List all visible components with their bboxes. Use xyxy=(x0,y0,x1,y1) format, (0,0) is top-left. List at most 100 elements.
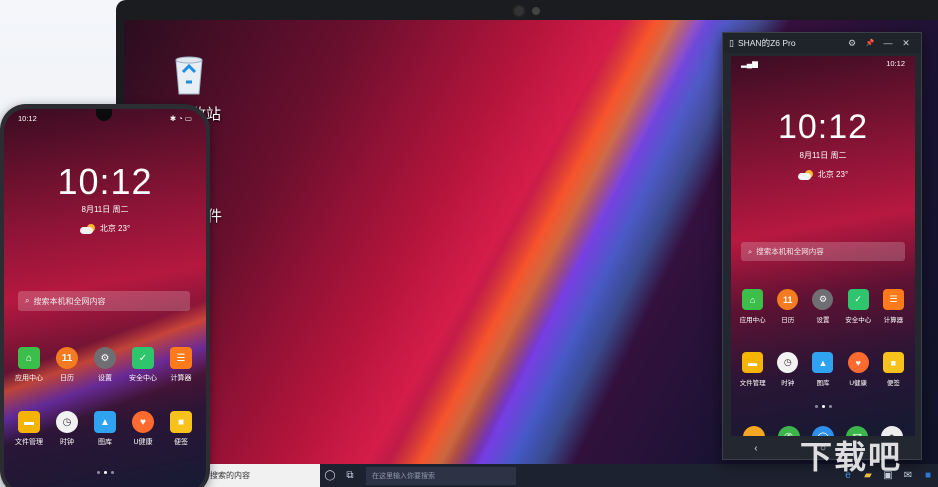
app-label: 安全中心 xyxy=(845,317,872,324)
taskbar-search-box[interactable]: 搜索的内容 xyxy=(204,464,320,487)
signal-icon: ▂▄▆ xyxy=(741,58,758,68)
watermark-logo: 下载吧 xyxy=(799,438,902,476)
mirrored-status-bar: ▂▄▆ 10:12 xyxy=(731,56,915,70)
app-grid-row-2: ▬ 文件管理 ◷ 时钟 ▲ 图库 ♥ U健康 ■ 便签 xyxy=(735,352,911,387)
phone-search-input[interactable]: ⌕ 搜索本机和全网内容 xyxy=(18,291,190,311)
phone-app-0[interactable]: ▬ 文件管理 xyxy=(10,411,48,447)
cortana-icon[interactable]: ◯ xyxy=(320,464,340,487)
phone-screen[interactable]: 10:12 ✱ ◔ ▭ 10:12 8月11日 周二 北京 23° ⌕ 搜索本机… xyxy=(4,109,206,487)
app-label: 计算器 xyxy=(883,317,904,324)
weather-text: 北京 23° xyxy=(817,170,849,179)
app-icon: ◷ xyxy=(56,411,78,433)
app-icon: ▬ xyxy=(742,352,764,373)
app-label: 日历 xyxy=(60,375,74,382)
app-label: 文件管理 xyxy=(739,380,766,387)
mirror-app-0[interactable]: ⌂ 应用中心 xyxy=(735,289,770,324)
pin-icon[interactable]: 📌 xyxy=(861,39,879,47)
phone-app-2[interactable]: ⚙ 设置 xyxy=(86,347,124,383)
phone-mirror-window[interactable]: ▯ SHAN的Z6 Pro ⚙ 📌 — ✕ ▂▄▆ 10:12 10:12 8月… xyxy=(722,32,922,460)
app-icon: ⌂ xyxy=(18,347,40,369)
app-label: 便签 xyxy=(886,380,900,387)
phone-weather-text: 北京 23° xyxy=(99,224,131,233)
app-icon: ◷ xyxy=(777,352,799,373)
phone-window-titlebar[interactable]: ▯ SHAN的Z6 Pro ⚙ 📌 — ✕ xyxy=(723,33,921,53)
battery-status: 10:12 xyxy=(886,58,905,68)
mirror-app-1[interactable]: ◷ 时钟 xyxy=(770,352,805,387)
app-icon: 11 xyxy=(56,347,78,369)
app-icon: ▲ xyxy=(94,411,116,433)
lockscreen-date: 8月11日 周二 xyxy=(799,151,847,160)
app-label: U健康 xyxy=(849,380,868,387)
app-icon: ♥ xyxy=(847,352,869,373)
mirror-app-2[interactable]: ⚙ 设置 xyxy=(805,289,840,324)
messages-icon[interactable]: … xyxy=(743,426,766,436)
app-label: 应用中心 xyxy=(15,375,43,382)
app-icon: ♥ xyxy=(132,411,154,433)
app-icon: ☰ xyxy=(170,347,192,369)
settings-icon[interactable]: ⚙ xyxy=(843,38,861,49)
mirror-app-1[interactable]: 11 日历 xyxy=(770,289,805,324)
app-label: 应用中心 xyxy=(739,317,766,324)
webcam-icon xyxy=(514,6,524,16)
app-icon: ▬ xyxy=(18,411,40,433)
app-icon: ⚙ xyxy=(812,289,834,310)
app-icon: 11 xyxy=(777,289,799,310)
app-label: 图库 xyxy=(98,439,112,446)
phone-page-indicator xyxy=(4,471,206,474)
phone-app-row-1: ⌂ 应用中心 11 日历 ⚙ 设置 ✓ 安全中心 ☰ 计算器 xyxy=(10,347,200,383)
app-label: 图库 xyxy=(816,380,830,387)
phone-app-4[interactable]: ■ 便签 xyxy=(162,411,200,447)
weather-widget: 北京 23° xyxy=(731,169,915,180)
phone-app-3[interactable]: ♥ U健康 xyxy=(124,411,162,447)
recycle-bin-icon[interactable] xyxy=(168,52,210,96)
phone-weather: 北京 23° xyxy=(4,223,206,234)
mirror-app-3[interactable]: ✓ 安全中心 xyxy=(841,289,876,324)
edge-search-box[interactable]: 在这里输入你要搜索 xyxy=(366,466,516,485)
phone-app-2[interactable]: ▲ 图库 xyxy=(86,411,124,447)
app-label: 日历 xyxy=(781,317,795,324)
phone-app-3[interactable]: ✓ 安全中心 xyxy=(124,347,162,383)
app-label: 时钟 xyxy=(781,380,795,387)
mirrored-phone-screen[interactable]: ▂▄▆ 10:12 10:12 8月11日 周二 北京 23° ⌕ 搜索本机和全… xyxy=(731,56,915,436)
app-icon: ▲ xyxy=(812,352,834,373)
phone-app-0[interactable]: ⌂ 应用中心 xyxy=(10,347,48,383)
app-label: 设置 xyxy=(98,375,112,382)
app-label: 安全中心 xyxy=(129,375,157,382)
app-icon: ⌂ xyxy=(742,289,764,310)
task-view-icon[interactable]: ⧉ xyxy=(340,464,360,487)
mirror-app-4[interactable]: ■ 便签 xyxy=(876,352,911,387)
close-button[interactable]: ✕ xyxy=(897,38,915,49)
mirror-app-0[interactable]: ▬ 文件管理 xyxy=(735,352,770,387)
app-label: U健康 xyxy=(133,439,153,446)
search-icon: ⌕ xyxy=(748,246,753,256)
phone-app-4[interactable]: ☰ 计算器 xyxy=(162,347,200,383)
back-button[interactable]: ‹ xyxy=(754,443,757,454)
webcam-sensor xyxy=(532,7,540,15)
page-indicator xyxy=(731,405,915,408)
battery-icon: ✱ ◔ ▭ xyxy=(169,113,192,123)
phone-device-icon: ▯ xyxy=(729,37,734,48)
app-label: 设置 xyxy=(816,317,830,324)
minimize-button[interactable]: — xyxy=(879,38,897,48)
search-placeholder: 搜索本机和全网内容 xyxy=(756,247,824,256)
phone-date: 8月11日 周二 xyxy=(81,205,129,214)
mirror-app-2[interactable]: ▲ 图库 xyxy=(805,352,840,387)
weather-cloud-icon xyxy=(797,169,814,180)
app-label: 计算器 xyxy=(170,375,192,382)
stage: 回收站 件 搜索的内容 ◯ ⧉ 在这里输入你要搜索 e ▰ ▣ ✉ ■ ▯ SH… xyxy=(0,0,938,487)
mirror-app-4[interactable]: ☰ 计算器 xyxy=(876,289,911,324)
app-icon: ■ xyxy=(882,352,904,373)
app-icon: ✓ xyxy=(132,347,154,369)
phone-icon[interactable]: ✆ xyxy=(777,426,800,436)
weather-cloud-icon xyxy=(79,223,96,234)
app-icon: ⚙ xyxy=(94,347,116,369)
app-icon: ■ xyxy=(170,411,192,433)
app-grid-row-1: ⌂ 应用中心 11 日历 ⚙ 设置 ✓ 安全中心 ☰ 计算器 xyxy=(735,289,911,324)
search-icon: ⌕ xyxy=(25,296,30,305)
phone-window-title: SHAN的Z6 Pro xyxy=(737,38,796,48)
mirror-app-3[interactable]: ♥ U健康 xyxy=(841,352,876,387)
outlook-icon[interactable]: ■ xyxy=(918,464,938,487)
phone-app-1[interactable]: 11 日历 xyxy=(48,347,86,383)
phone-app-1[interactable]: ◷ 时钟 xyxy=(48,411,86,447)
search-input[interactable]: ⌕ 搜索本机和全网内容 xyxy=(741,242,905,261)
